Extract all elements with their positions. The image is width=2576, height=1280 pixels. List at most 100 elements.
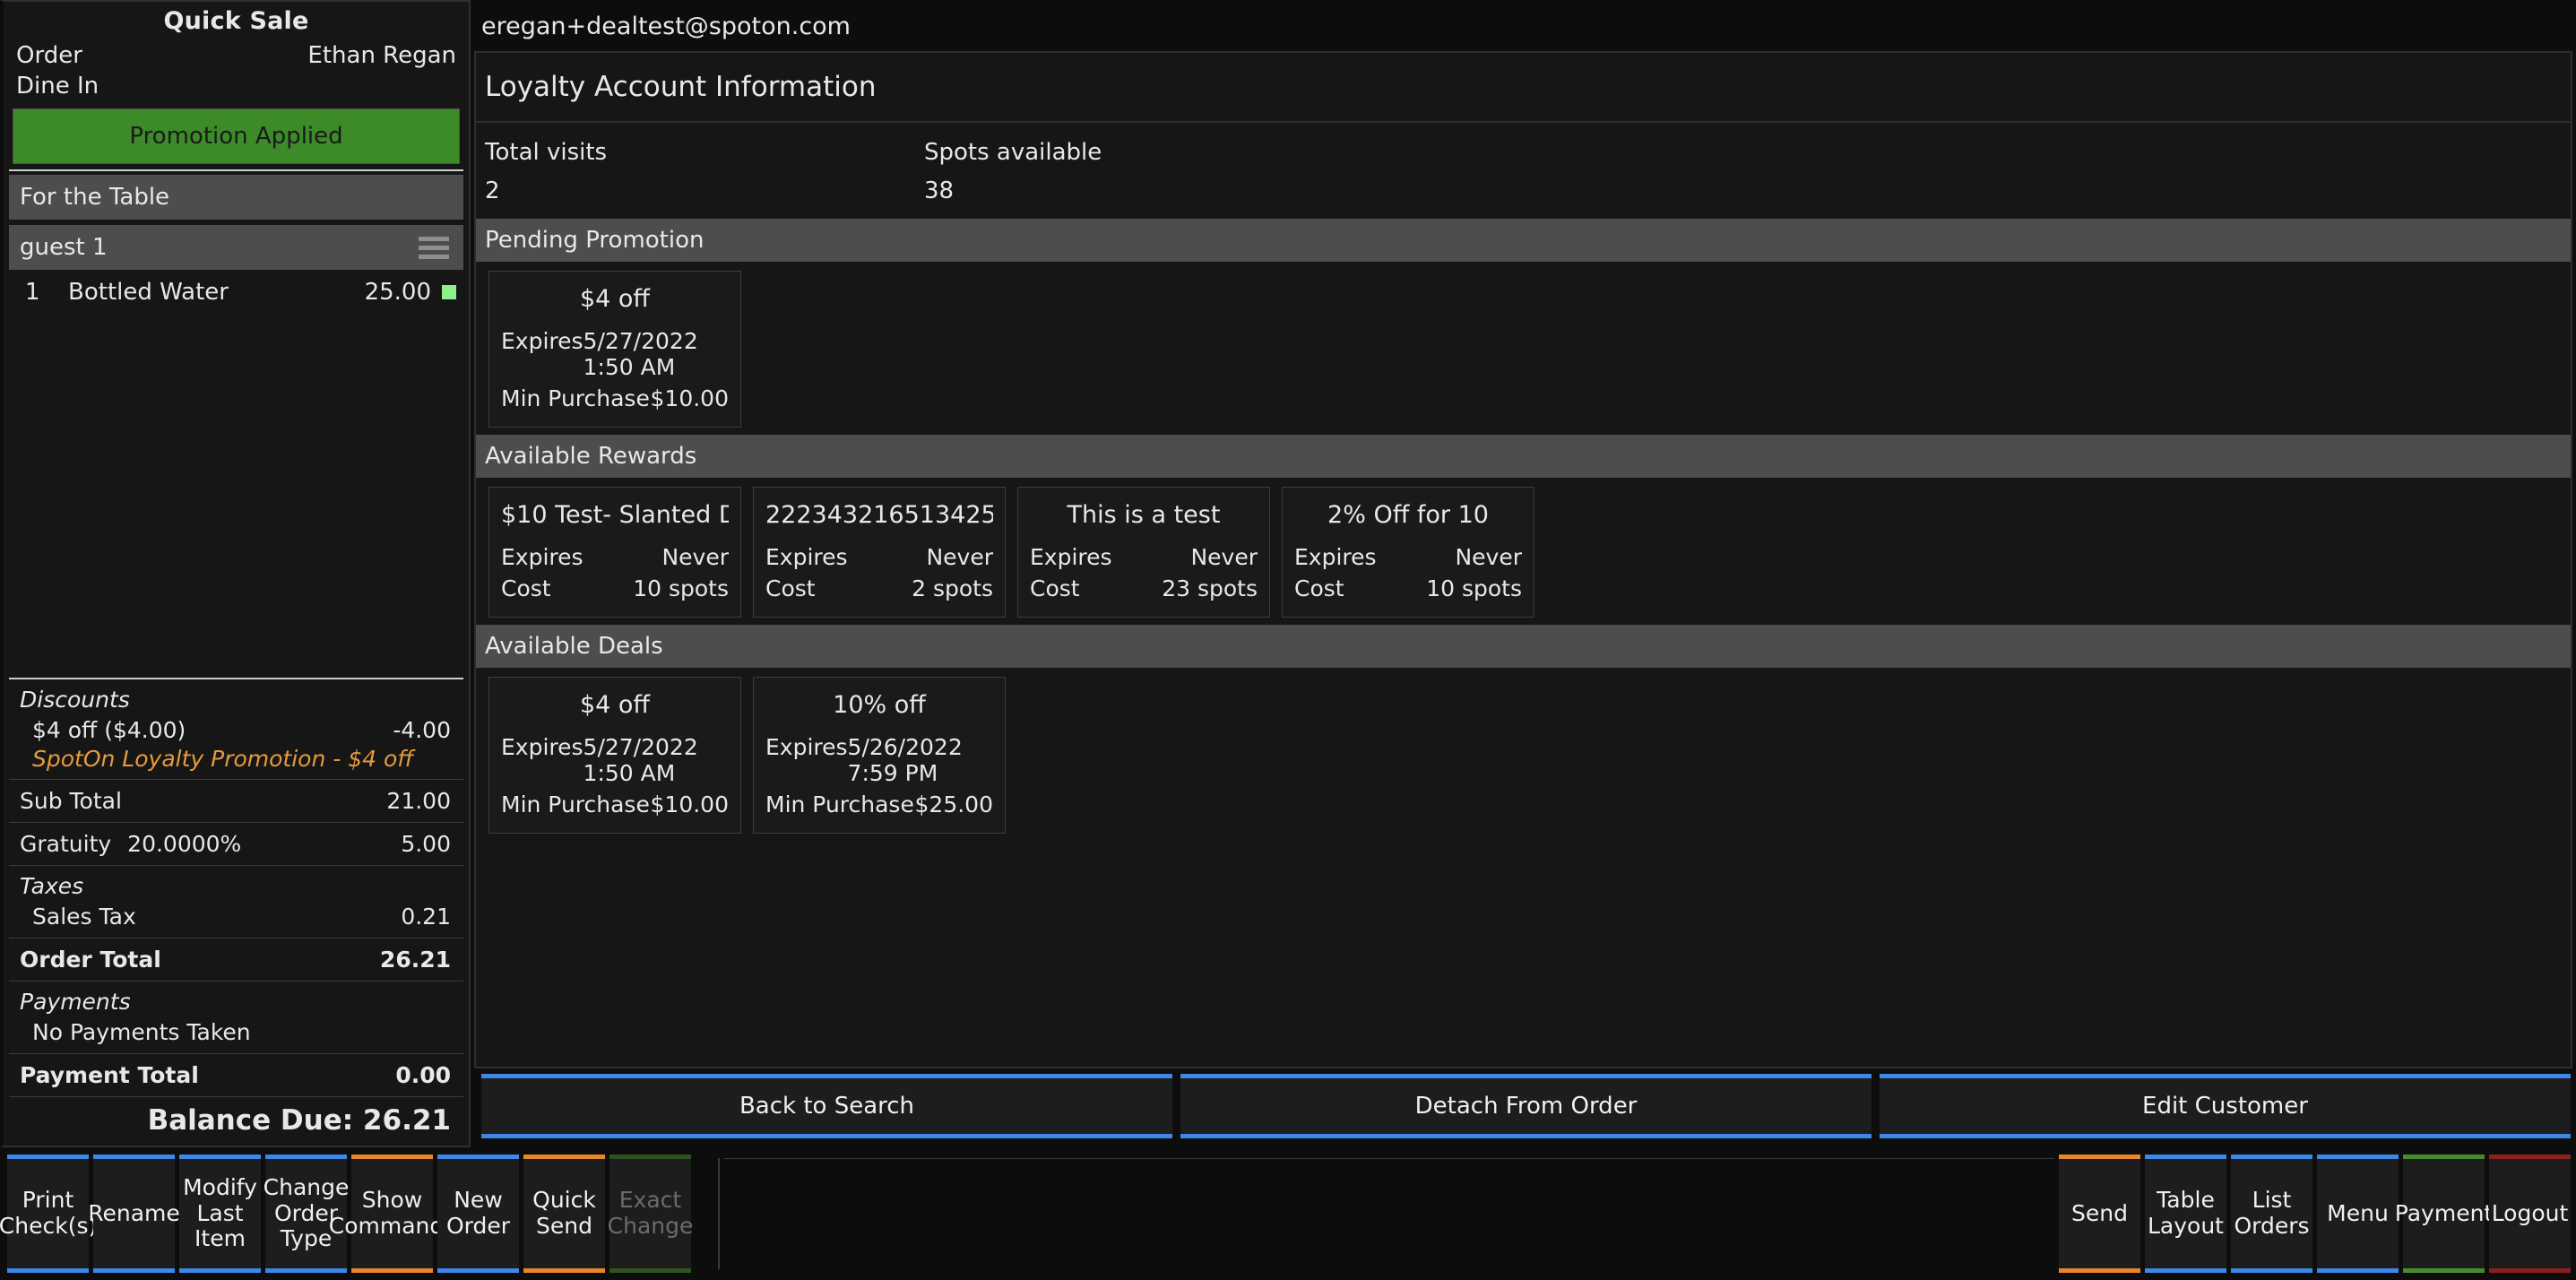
subtotal-group: Sub Total 21.00 (9, 780, 463, 823)
new-order-button[interactable]: New Order (437, 1155, 519, 1273)
card-expires-row: Expires 5/27/2022 1:50 AM (501, 731, 729, 789)
exact-change-label: Exact Change (607, 1187, 694, 1239)
available-rewards-header: Available Rewards (476, 435, 2571, 478)
deal-card[interactable]: 10% off Expires 5/26/2022 7:59 PM Min Pu… (753, 677, 1006, 834)
card-cost-row: Cost 10 spots (1294, 573, 1522, 604)
available-deals-cards: $4 off Expires 5/27/2022 1:50 AM Min Pur… (476, 668, 2571, 841)
show-commands-button[interactable]: Show Commands (329, 1155, 455, 1273)
card-expires-label: Expires (501, 734, 583, 760)
edit-customer-label: Edit Customer (2142, 1093, 2308, 1120)
for-the-table-band[interactable]: For the Table (9, 175, 463, 220)
gratuity-label: Gratuity (20, 831, 112, 857)
pending-promotion-card[interactable]: $4 off Expires 5/27/2022 1:50 AM Min Pur… (488, 271, 741, 428)
reward-card[interactable]: 2% Off for 10 Expires Never Cost 10 spot… (1282, 487, 1534, 618)
card-title: This is a test (1067, 501, 1221, 529)
card-expires-value: Never (1455, 544, 1522, 570)
balance-due: Balance Due: 26.21 (147, 1104, 451, 1137)
for-the-table-label: For the Table (20, 184, 170, 211)
subtotal-label: Sub Total (20, 788, 122, 814)
table-layout-button[interactable]: Table Layout (2145, 1155, 2226, 1273)
card-minpurchase-row: Min Purchase $10.00 (501, 789, 729, 820)
guest-band[interactable]: guest 1 (9, 225, 463, 270)
new-order-label: New Order (445, 1187, 511, 1239)
order-item-row[interactable]: 1 Bottled Water 25.00 (9, 270, 463, 315)
order-title: Quick Sale (163, 7, 309, 35)
card-expires-row: Expires 5/26/2022 7:59 PM (765, 731, 993, 789)
available-rewards-cards: $10 Test- Slanted Door Expires Never Cos… (476, 478, 2571, 625)
card-expires-label: Expires (501, 328, 583, 354)
payments-group: Payments No Payments Taken (9, 982, 463, 1054)
card-cost-value: 10 spots (633, 575, 729, 601)
card-cost-row: Cost 23 spots (1030, 573, 1258, 604)
rename-button[interactable]: Rename (88, 1155, 180, 1273)
subtotal-row: Sub Total 21.00 (9, 785, 463, 817)
panel-divider (9, 169, 463, 171)
total-visits-value: 2 (485, 177, 500, 204)
subtotal-value: 21.00 (386, 788, 451, 814)
list-orders-button[interactable]: List Orders (2231, 1155, 2312, 1273)
card-cost-value: 10 spots (1426, 575, 1522, 601)
quick-send-button[interactable]: Quick Send (523, 1155, 605, 1273)
item-quantity: 1 (25, 279, 40, 306)
gratuity-group: Gratuity 20.0000% 5.00 (9, 823, 463, 866)
card-title: 10% off (833, 691, 926, 719)
card-minpurchase-row: Min Purchase $10.00 (501, 383, 729, 414)
modify-last-item-button[interactable]: Modify Last Item (179, 1155, 261, 1273)
card-title: 2% Off for 10 (1327, 501, 1489, 529)
detach-from-order-button[interactable]: Detach From Order (1180, 1074, 1871, 1138)
item-name: Bottled Water (68, 279, 229, 306)
card-minpurchase-value: $10.00 (650, 791, 729, 817)
card-cost-value: 23 spots (1162, 575, 1258, 601)
toolbar-separator (718, 1158, 720, 1269)
discount-note: SpotOn Loyalty Promotion - $4 off (32, 746, 414, 772)
loyalty-title: Loyalty Account Information (476, 53, 2571, 123)
send-button[interactable]: Send (2059, 1155, 2140, 1273)
order-header: Quick Sale Order Ethan Regan Dine In (4, 2, 469, 101)
deal-card[interactable]: $4 off Expires 5/27/2022 1:50 AM Min Pur… (488, 677, 741, 834)
order-total-row: Order Total 26.21 (9, 944, 463, 975)
logout-label: Logout (2491, 1199, 2569, 1226)
total-visits-stat: Total visits 2 (485, 139, 924, 204)
card-cost-label: Cost (501, 575, 551, 601)
send-label: Send (2071, 1199, 2128, 1226)
order-total-label: Order Total (20, 947, 161, 973)
hamburger-icon[interactable] (419, 236, 453, 259)
card-minpurchase-value: $10.00 (650, 385, 729, 411)
order-label: Order (16, 42, 82, 69)
card-expires-row: Expires 5/27/2022 1:50 AM (501, 325, 729, 383)
payment-button[interactable]: Payment (2395, 1155, 2493, 1273)
card-title: $4 off (579, 691, 651, 719)
card-minpurchase-value: $25.00 (914, 791, 993, 817)
reward-card[interactable]: This is a test Expires Never Cost 23 spo… (1017, 487, 1270, 618)
item-status-indicator (442, 285, 456, 299)
payment-total-label: Payment Total (20, 1062, 199, 1088)
payment-label: Payment (2394, 1199, 2494, 1226)
card-expires-row: Expires Never (1294, 541, 1522, 573)
gratuity-rate: 20.0000% (127, 831, 242, 857)
promotion-applied-banner[interactable]: Promotion Applied (13, 108, 460, 164)
pending-promotion-cards: $4 off Expires 5/27/2022 1:50 AM Min Pur… (476, 262, 2571, 435)
card-expires-label: Expires (1030, 544, 1112, 570)
back-to-search-button[interactable]: Back to Search (481, 1074, 1172, 1138)
menu-button[interactable]: Menu (2317, 1155, 2399, 1273)
logout-button[interactable]: Logout (2489, 1155, 2571, 1273)
card-cost-label: Cost (1030, 575, 1080, 601)
card-expires-label: Expires (765, 544, 848, 570)
discount-amount: -4.00 (393, 717, 451, 743)
tax-amount: 0.21 (401, 904, 451, 930)
reward-card[interactable]: 22234321651342534 Expires Never Cost 2 s… (753, 487, 1006, 618)
customer-name: Ethan Regan (307, 42, 456, 69)
toolbar-filler (724, 1158, 2054, 1273)
card-expires-label: Expires (501, 544, 583, 570)
card-cost-row: Cost 10 spots (501, 573, 729, 604)
payments-empty-row: No Payments Taken (9, 1016, 463, 1048)
order-items-list: 1 Bottled Water 25.00 (9, 270, 463, 678)
card-expires-label: Expires (765, 734, 848, 760)
edit-customer-button[interactable]: Edit Customer (1880, 1074, 2571, 1138)
order-total-value: 26.21 (379, 947, 451, 973)
card-expires-value: 5/27/2022 1:50 AM (583, 734, 698, 786)
tax-label: Sales Tax (32, 904, 136, 930)
customer-email: eregan+dealtest@spoton.com (481, 13, 851, 40)
print-checks-button[interactable]: Print Check(s) (0, 1155, 97, 1273)
reward-card[interactable]: $10 Test- Slanted Door Expires Never Cos… (488, 487, 741, 618)
